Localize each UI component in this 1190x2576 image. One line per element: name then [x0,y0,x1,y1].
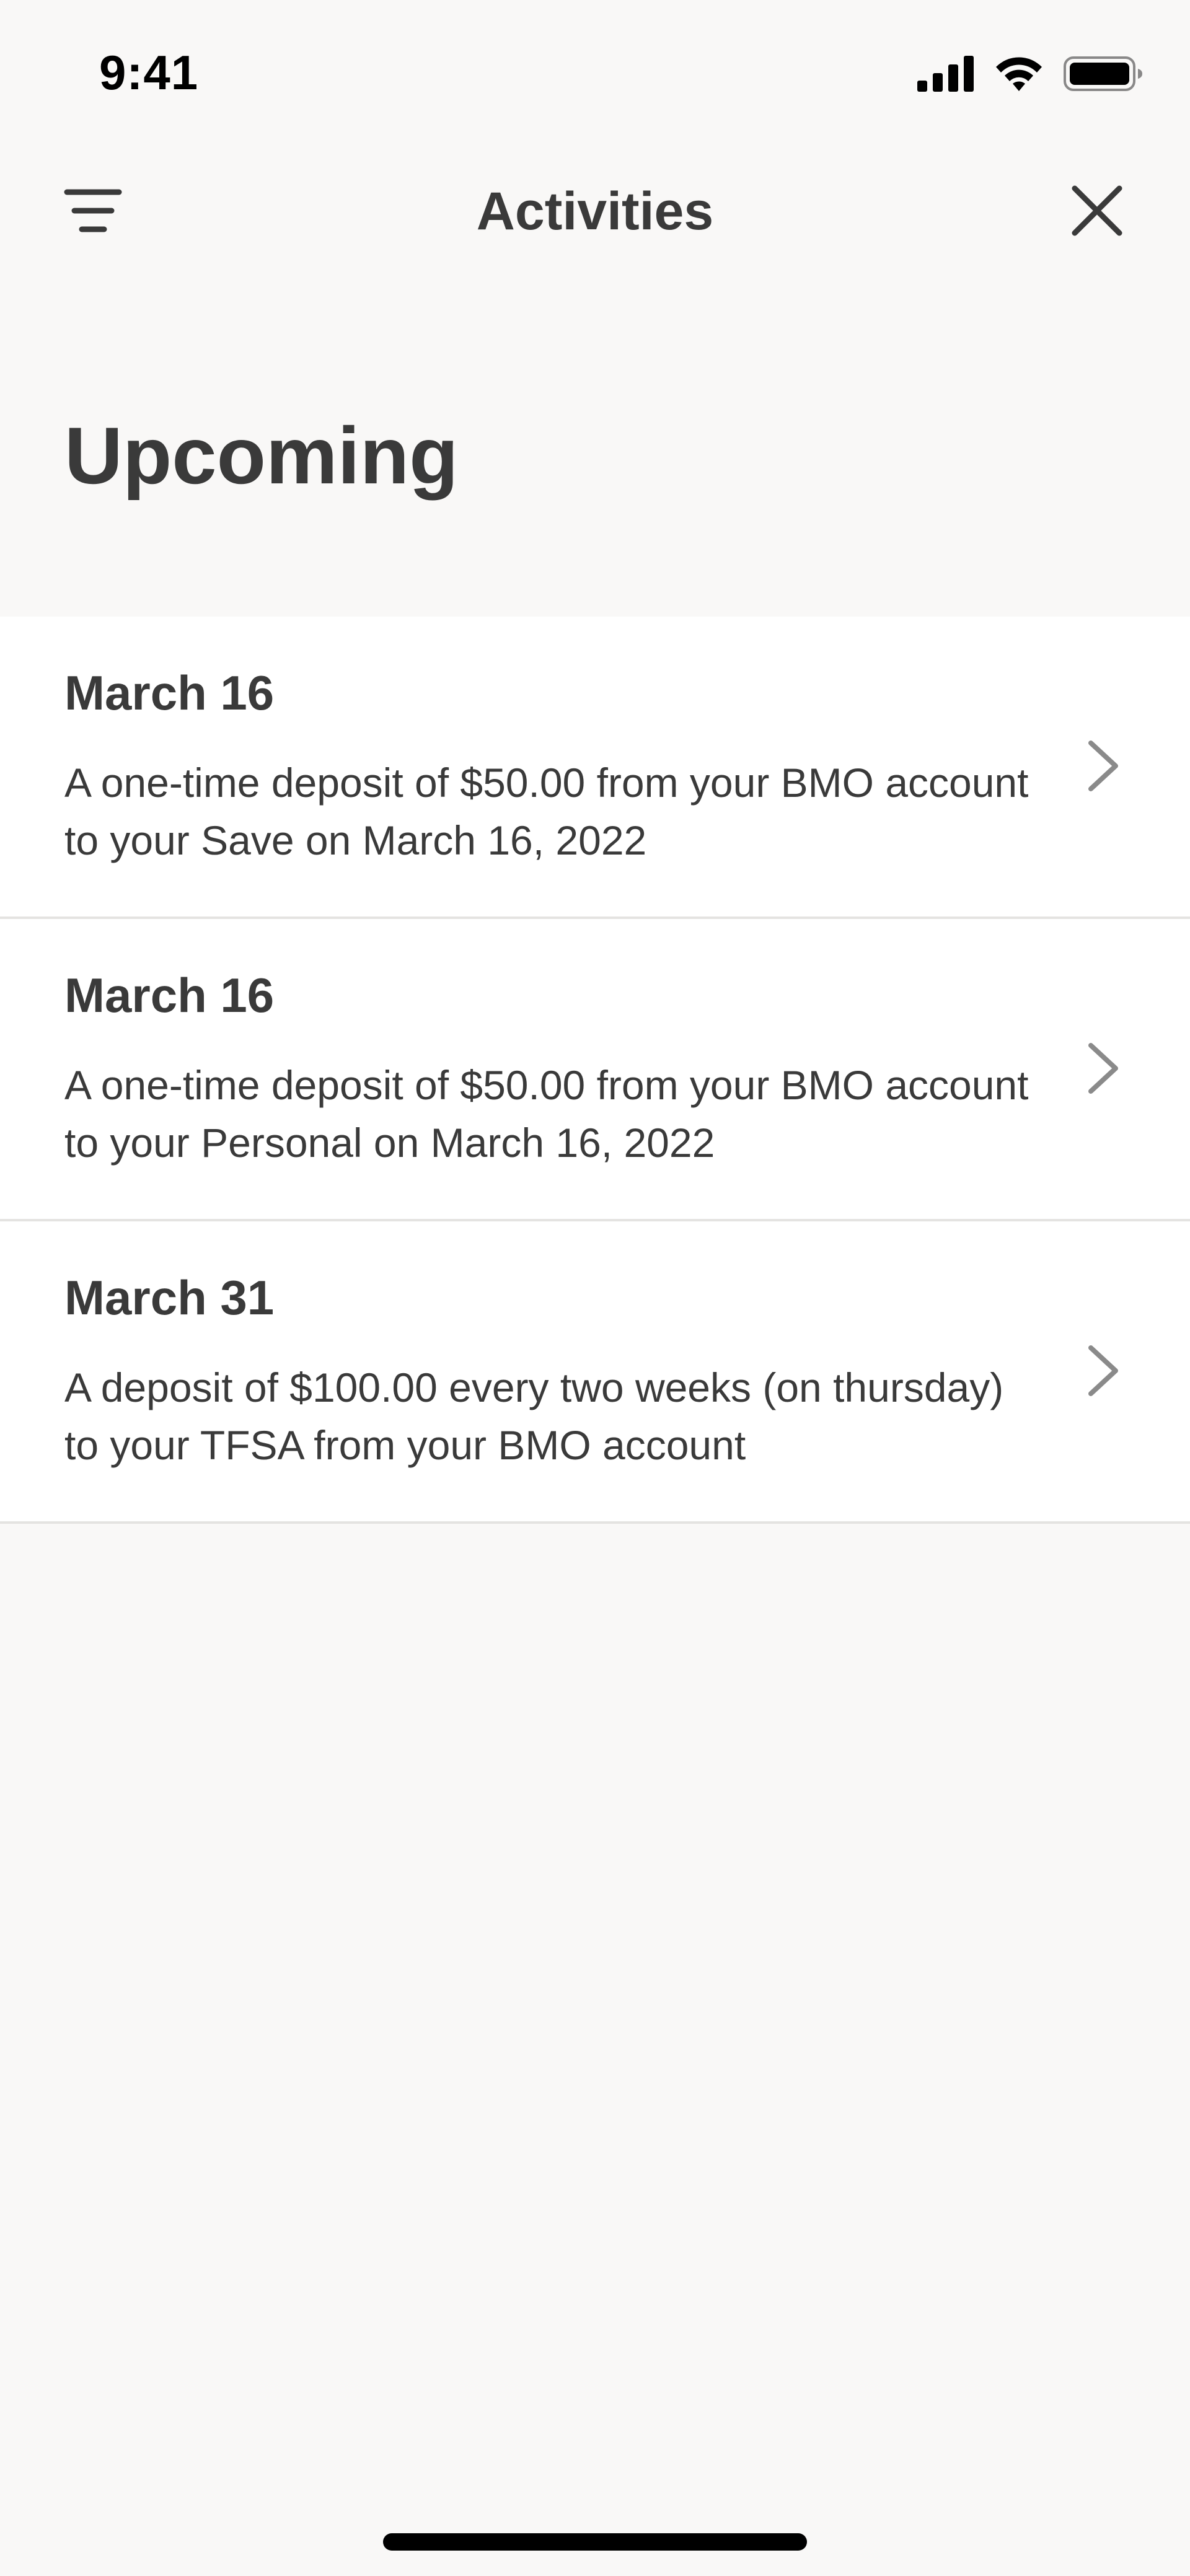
activities-screen: 9:41 Activities Upcoming March 16 A one-… [0,0,1190,2576]
chevron-right-icon [1088,1043,1118,1094]
section-heading: Upcoming [64,410,459,501]
nav-title: Activities [476,182,714,241]
activity-date: March 31 [64,1270,275,1325]
status-bar: 9:41 [0,0,1190,143]
activity-item[interactable]: March 16 A one-time deposit of $50.00 fr… [0,919,1190,1221]
activity-item[interactable]: March 16 A one-time deposit of $50.00 fr… [0,617,1190,919]
close-button[interactable] [1066,180,1128,242]
battery-icon [1064,56,1142,91]
status-icons [917,52,1143,95]
activity-item[interactable]: March 31 A deposit of $100.00 every two … [0,1221,1190,1524]
close-icon [1072,185,1122,236]
activity-date: March 16 [64,968,275,1022]
activity-list: March 16 A one-time deposit of $50.00 fr… [0,617,1190,1524]
activity-description: A one-time deposit of $50.00 from your B… [64,1062,1029,1166]
activity-date: March 16 [64,666,275,720]
activity-description: A deposit of $100.00 every two weeks (on… [64,1365,1004,1468]
activity-description: A one-time deposit of $50.00 from your B… [64,760,1029,863]
wifi-icon [996,57,1042,91]
chevron-right-icon [1088,741,1118,791]
cellular-signal-icon [917,56,974,92]
home-indicator[interactable] [383,2533,807,2551]
status-time: 9:41 [99,45,199,100]
nav-bar: Activities [0,143,1190,279]
chevron-right-icon [1088,1345,1118,1396]
